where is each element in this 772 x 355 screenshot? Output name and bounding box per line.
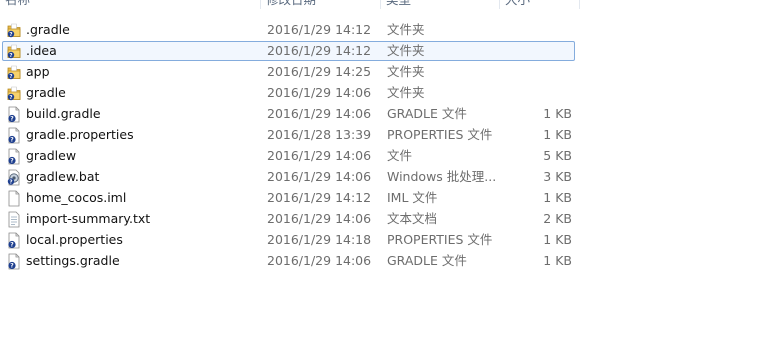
file-date: 2016/1/29 14:25 <box>267 64 372 79</box>
file-size: 5 KB <box>543 148 572 163</box>
svg-text:?: ? <box>9 74 12 80</box>
file-type: IML 文件 <box>387 190 438 205</box>
file-date: 2016/1/29 14:18 <box>267 232 372 247</box>
file-name: home_cocos.iml <box>26 190 127 205</box>
svg-text:?: ? <box>10 263 14 270</box>
unknown-file-icon: ? <box>6 232 22 249</box>
file-name: .gradle <box>26 22 70 37</box>
file-name: settings.gradle <box>26 253 120 268</box>
svg-text:?: ? <box>9 32 12 38</box>
file-type: 文件夹 <box>387 64 425 79</box>
file-date: 2016/1/29 14:06 <box>267 106 372 121</box>
file-row[interactable]: ? settings.gradle 2016/1/29 14:06 GRADLE 文件… <box>2 251 575 271</box>
file-name: build.gradle <box>26 106 101 121</box>
svg-text:?: ? <box>10 116 14 123</box>
file-date: 2016/1/29 14:12 <box>267 22 372 37</box>
svg-text:?: ? <box>10 137 14 144</box>
file-size: 1 KB <box>543 190 572 205</box>
file-type: GRADLE 文件 <box>387 106 467 121</box>
file-row[interactable]: ? build.gradle 2016/1/29 14:06 GRADLE 文件 1 K… <box>2 104 575 124</box>
file-row[interactable]: ? .idea 2016/1/29 14:12 文件夹 <box>2 41 575 61</box>
file-size: 1 KB <box>543 253 572 268</box>
file-type: 文件夹 <box>387 22 425 37</box>
file-row[interactable]: ? gradle.properties 2016/1/28 13:39 PROPERT… <box>2 125 575 145</box>
file-name: gradle.properties <box>26 127 134 142</box>
file-name: gradlew <box>26 148 77 163</box>
text-file-icon <box>6 211 22 228</box>
file-date: 2016/1/29 14:06 <box>267 169 372 184</box>
file-row[interactable]: ? .gradle 2016/1/29 14:12 文件夹 <box>2 20 575 40</box>
folder-icon: ? <box>6 22 22 39</box>
file-date: 2016/1/29 14:12 <box>267 190 372 205</box>
file-type: 文件夹 <box>387 43 425 58</box>
file-type: 文件夹 <box>387 85 425 100</box>
file-date: 2016/1/29 14:06 <box>267 211 372 226</box>
column-divider[interactable] <box>579 0 580 9</box>
file-row[interactable]: import-summary.txt 2016/1/29 14:06 文本文档 2 K… <box>2 209 575 229</box>
file-type: GRADLE 文件 <box>387 253 467 268</box>
file-name: gradle <box>26 85 66 100</box>
svg-text:?: ? <box>9 180 12 186</box>
column-header-type[interactable]: 类型 <box>386 0 411 8</box>
column-header: 名称 修改日期 类型 大小 <box>0 0 772 9</box>
file-size: 1 KB <box>543 232 572 247</box>
folder-icon: ? <box>6 85 22 102</box>
column-divider[interactable] <box>380 0 381 9</box>
file-row[interactable]: ? gradlew 2016/1/29 14:06 文件 5 KB <box>2 146 575 166</box>
svg-text:?: ? <box>9 95 12 101</box>
file-date: 2016/1/29 14:12 <box>267 43 372 58</box>
file-date: 2016/1/29 14:06 <box>267 253 372 268</box>
file-size: 3 KB <box>543 169 572 184</box>
file-date: 2016/1/28 13:39 <box>267 127 372 142</box>
svg-text:?: ? <box>10 242 14 249</box>
column-header-name[interactable]: 名称 <box>5 0 30 8</box>
unknown-file-icon: ? <box>6 253 22 270</box>
unknown-file-icon: ? <box>6 127 22 144</box>
column-header-size[interactable]: 大小 <box>505 0 530 8</box>
unknown-file-icon: ? <box>6 148 22 165</box>
file-size <box>473 42 572 60</box>
blank-file-icon <box>6 190 22 207</box>
column-divider[interactable] <box>260 0 261 9</box>
column-header-date[interactable]: 修改日期 <box>266 0 316 8</box>
file-name: gradlew.bat <box>26 169 100 184</box>
batch-file-icon: ? <box>6 169 22 186</box>
file-size: 1 KB <box>543 127 572 142</box>
file-name: local.properties <box>26 232 123 247</box>
file-row[interactable]: ? gradlew.bat 2016/1/29 14:06 Windows 批处理..… <box>2 167 575 187</box>
file-name: import-summary.txt <box>26 211 151 226</box>
folder-icon: ? <box>6 43 22 60</box>
file-size <box>473 21 572 39</box>
file-size: 1 KB <box>543 106 572 121</box>
column-divider[interactable] <box>499 0 500 9</box>
file-name: app <box>26 64 50 79</box>
file-date: 2016/1/29 14:06 <box>267 148 372 163</box>
svg-text:?: ? <box>9 53 12 59</box>
file-row[interactable]: ? local.properties 2016/1/29 14:18 PROPERTI… <box>2 230 575 250</box>
file-row[interactable]: home_cocos.iml 2016/1/29 14:12 IML 文件 1 KB <box>2 188 575 208</box>
file-size <box>473 84 572 102</box>
file-type: 文本文档 <box>387 211 438 226</box>
file-type: 文件 <box>387 148 413 163</box>
file-size <box>473 63 572 81</box>
file-row[interactable]: ? gradle 2016/1/29 14:06 文件夹 <box>2 83 575 103</box>
file-row[interactable]: ? app 2016/1/29 14:25 文件夹 <box>2 62 575 82</box>
folder-icon: ? <box>6 64 22 81</box>
file-name: .idea <box>26 43 57 58</box>
unknown-file-icon: ? <box>6 106 22 123</box>
file-date: 2016/1/29 14:06 <box>267 85 372 100</box>
file-size: 2 KB <box>543 211 572 226</box>
svg-text:?: ? <box>10 158 14 165</box>
